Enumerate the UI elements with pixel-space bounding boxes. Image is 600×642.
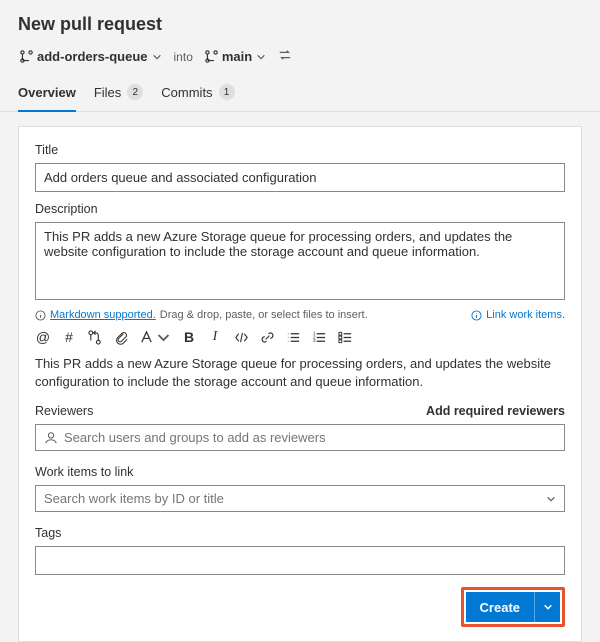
bold-icon[interactable]: B [181,329,197,345]
svg-text:3: 3 [312,338,315,343]
add-required-reviewers-link[interactable]: Add required reviewers [426,404,565,418]
tags-input[interactable] [35,546,565,575]
branch-selector-row: add-orders-queue into main [18,47,582,66]
chevron-down-icon [152,52,162,62]
source-branch-picker[interactable]: add-orders-queue [18,47,164,66]
tabs: Overview Files 2 Commits 1 [0,76,600,112]
page-title: New pull request [18,14,582,35]
chevron-down-icon [543,602,553,612]
text-style-icon[interactable] [139,329,171,345]
attach-icon[interactable] [113,329,129,345]
person-icon [44,431,58,445]
branch-icon [20,50,33,63]
tags-label: Tags [35,526,565,540]
info-icon [35,310,46,321]
chevron-down-icon [546,494,556,504]
markdown-toolbar: @ # B I 123 [35,329,565,345]
list-ul-icon[interactable] [285,329,301,345]
mention-icon[interactable]: @ [35,329,51,345]
title-input[interactable] [35,163,565,192]
into-label: into [174,50,193,64]
italic-icon[interactable]: I [207,329,223,345]
link-icon[interactable] [259,329,275,345]
hash-icon[interactable]: # [61,329,77,345]
title-label: Title [35,143,565,157]
chevron-down-icon [256,52,266,62]
tab-commits-count: 1 [219,84,235,100]
reviewers-search[interactable] [64,430,556,445]
source-branch-name: add-orders-queue [37,49,148,64]
code-icon[interactable] [233,329,249,345]
drag-drop-hint: Drag & drop, paste, or select files to i… [160,309,368,321]
target-branch-picker[interactable]: main [203,47,268,66]
info-icon [471,310,482,321]
target-branch-name: main [222,49,252,64]
create-button-highlight: Create [461,587,565,627]
tab-commits[interactable]: Commits 1 [161,76,234,112]
branch-icon [205,50,218,63]
workitems-label: Work items to link [35,465,565,479]
swap-branches-icon[interactable] [278,48,292,65]
link-work-items-link[interactable]: Link work items. [471,309,565,321]
tab-commits-label: Commits [161,85,212,100]
create-button[interactable]: Create [466,592,534,622]
list-ol-icon[interactable]: 123 [311,329,327,345]
tab-files-count: 2 [127,84,143,100]
form-card: Title Description Markdown supported. Dr… [18,126,582,642]
create-button-dropdown[interactable] [534,592,560,622]
workitems-search[interactable] [44,491,546,506]
description-hints: Markdown supported. Drag & drop, paste, … [35,309,565,321]
pr-link-icon[interactable] [87,329,103,345]
reviewers-label: Reviewers [35,404,93,418]
markdown-supported-link[interactable]: Markdown supported. [50,309,156,321]
description-textarea[interactable] [35,222,565,300]
description-label: Description [35,202,565,216]
tab-files-label: Files [94,85,121,100]
link-work-items-label: Link work items. [486,309,565,321]
checklist-icon[interactable] [337,329,353,345]
description-preview: This PR adds a new Azure Storage queue f… [35,355,565,390]
tab-files[interactable]: Files 2 [94,76,143,112]
reviewers-input[interactable] [35,424,565,451]
tab-overview-label: Overview [18,85,76,100]
workitems-combo[interactable] [35,485,565,512]
tab-overview[interactable]: Overview [18,76,76,112]
